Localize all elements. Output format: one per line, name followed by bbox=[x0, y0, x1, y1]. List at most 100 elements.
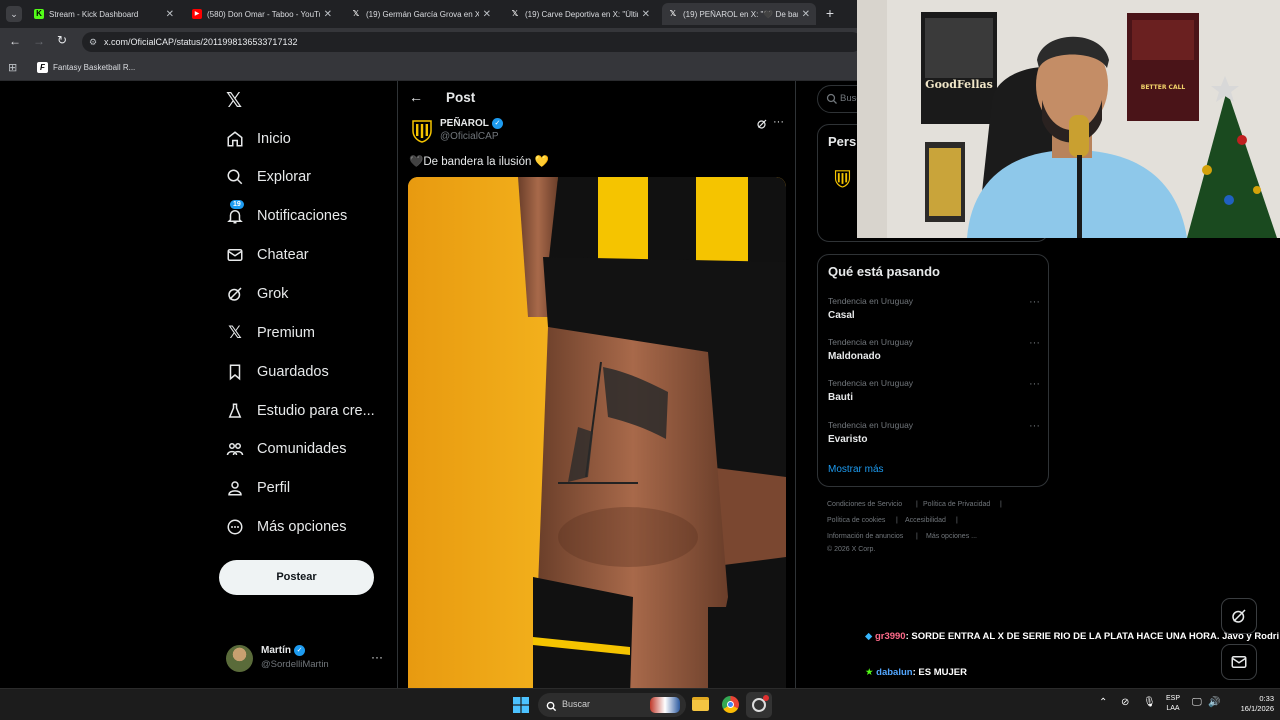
nav-item-notificaciones[interactable]: 19 Notificaciones bbox=[226, 200, 347, 231]
footer-link-accessibility[interactable]: Accesibilidad bbox=[905, 517, 946, 524]
youtube-icon: ▶ bbox=[192, 9, 202, 19]
chevron-up-icon[interactable]: ⌃ bbox=[1099, 697, 1107, 708]
clock-date: 16/1/2026 bbox=[1240, 704, 1274, 713]
network-off-icon[interactable]: ⊘ bbox=[1121, 697, 1129, 708]
x-icon: 𝕏 bbox=[352, 9, 360, 18]
taskbar: Buscar ⌃ ⊘ 🎙 ESP LAA 🖵 🔊 0:33 16/1/2026 bbox=[0, 688, 1280, 720]
footer-link-terms[interactable]: Condiciones de Servicio bbox=[827, 501, 902, 508]
back-icon[interactable]: ← bbox=[9, 34, 21, 48]
footer-link-cookies[interactable]: Política de cookies bbox=[827, 517, 885, 524]
more-circle-icon bbox=[226, 518, 244, 536]
search-icon bbox=[826, 92, 838, 110]
verified-badge-icon: ✓ bbox=[491, 118, 503, 129]
studio-icon bbox=[226, 402, 244, 420]
verified-badge-icon: ✓ bbox=[294, 645, 305, 656]
apps-grid-icon[interactable]: ⊞ bbox=[8, 61, 17, 74]
windows-start-icon[interactable] bbox=[513, 697, 529, 713]
nav-item-premium[interactable]: 𝕏 Premium bbox=[226, 318, 315, 348]
footer-link-more[interactable]: Más opciones ... bbox=[926, 533, 977, 540]
display-icon[interactable]: 🖵 bbox=[1192, 697, 1202, 708]
lang-top: ESP bbox=[1165, 695, 1180, 702]
back-arrow-icon[interactable]: ← bbox=[409, 89, 423, 105]
trend-item[interactable]: Tendencia en Uruguay Bauti ··· bbox=[828, 378, 1040, 403]
bookmark-fantasy[interactable]: F Fantasy Basketball R... bbox=[37, 62, 135, 73]
x-logo-icon[interactable]: 𝕏 bbox=[226, 88, 246, 112]
trend-item[interactable]: Tendencia en Uruguay Casal ··· bbox=[828, 296, 1040, 321]
author-avatar[interactable] bbox=[411, 119, 433, 143]
chat-message: ★ dabalun: ES MUJER bbox=[865, 664, 1280, 681]
file-explorer-icon[interactable] bbox=[692, 697, 709, 711]
penarol-crest-icon[interactable] bbox=[834, 169, 851, 193]
mic-icon[interactable]: 🎙 bbox=[1143, 697, 1156, 708]
grok-icon[interactable] bbox=[756, 117, 768, 129]
nav-item-explorar[interactable]: Explorar bbox=[226, 162, 311, 192]
search-highlight-icon bbox=[650, 697, 680, 713]
trend-item[interactable]: Tendencia en Uruguay Maldonado ··· bbox=[828, 337, 1040, 362]
taskbar-search[interactable]: Buscar bbox=[538, 693, 686, 717]
more-dots-icon[interactable]: ··· bbox=[1029, 378, 1040, 390]
reload-icon[interactable]: ↻ bbox=[57, 33, 67, 47]
language-indicator[interactable]: ESP LAA bbox=[1163, 694, 1183, 714]
obs-app-icon[interactable] bbox=[746, 692, 772, 718]
show-more-link[interactable]: Mostrar más bbox=[828, 464, 884, 475]
grok-icon bbox=[226, 285, 244, 303]
messages-floating-button[interactable] bbox=[1221, 644, 1257, 680]
close-icon[interactable]: ✕ bbox=[324, 9, 332, 20]
webcam-overlay: GoodFellas BETTER CALL bbox=[857, 0, 1280, 238]
account-handle: @SordelliMartin bbox=[261, 659, 329, 670]
nav-item-comunidades[interactable]: Comunidades bbox=[226, 434, 346, 464]
nav-item-guardados[interactable]: Guardados bbox=[226, 357, 329, 387]
close-icon[interactable]: ✕ bbox=[642, 9, 650, 20]
url-field[interactable]: ⚙ x.com/OficialCAP/status/20119981365337… bbox=[82, 32, 862, 52]
tab-x-carve[interactable]: 𝕏 (19) Carve Deportiva en X: "Último ✕ bbox=[504, 3, 656, 25]
nav-item-mas-opciones[interactable]: Más opciones bbox=[226, 512, 346, 542]
fantasy-icon: F bbox=[37, 62, 48, 73]
close-icon[interactable]: ✕ bbox=[802, 9, 810, 20]
lang-bottom: LAA bbox=[1166, 705, 1180, 712]
account-name: Martín bbox=[261, 645, 291, 656]
more-dots-icon[interactable]: ··· bbox=[1029, 296, 1040, 308]
footer-sep: | bbox=[956, 517, 958, 524]
footer-sep: | bbox=[916, 501, 918, 508]
new-tab-button[interactable]: + bbox=[822, 5, 838, 21]
nav-item-chatear[interactable]: Chatear bbox=[226, 240, 309, 270]
footer-link-ads[interactable]: Información de anuncios bbox=[827, 533, 903, 540]
more-dots-icon[interactable]: ··· bbox=[1029, 337, 1040, 349]
chrome-icon[interactable] bbox=[722, 696, 739, 713]
more-dots-icon[interactable]: ··· bbox=[371, 650, 383, 664]
nav-item-perfil[interactable]: Perfil bbox=[226, 473, 290, 503]
poster-better-call-title: BETTER CALL bbox=[1140, 84, 1186, 91]
tab-search-button[interactable]: ⌄ bbox=[6, 6, 22, 22]
tab-youtube[interactable]: ▶ (580) Don Omar - Taboo - YouTube ✕ bbox=[186, 3, 338, 25]
tab-x-penarol[interactable]: 𝕏 (19) PEÑAROL en X: "🖤 De bandera ✕ bbox=[662, 3, 816, 25]
clock[interactable]: 0:33 16/1/2026 bbox=[1222, 694, 1278, 714]
x-icon: 𝕏 bbox=[511, 9, 519, 18]
nav-item-inicio[interactable]: Inicio bbox=[226, 124, 291, 154]
footer-sep: | bbox=[1000, 501, 1002, 508]
tab-kick[interactable]: K Stream - Kick Dashboard ✕ bbox=[28, 3, 180, 25]
author-name-row[interactable]: PEÑAROL ✓ bbox=[440, 118, 503, 129]
volume-icon[interactable]: 🔊 bbox=[1208, 697, 1220, 708]
account-name-row: Martín ✓ bbox=[261, 645, 305, 656]
forward-icon[interactable]: → bbox=[33, 34, 45, 48]
site-info-icon[interactable]: ⚙ bbox=[89, 32, 97, 52]
tab-x-german[interactable]: 𝕏 (19) Germán García Grova en X ✕ bbox=[345, 3, 497, 25]
grok-icon bbox=[1232, 609, 1246, 623]
close-icon[interactable]: ✕ bbox=[166, 9, 174, 20]
post-more-icon[interactable]: ··· bbox=[773, 116, 784, 128]
clock-time: 0:33 bbox=[1259, 694, 1274, 703]
close-icon[interactable]: ✕ bbox=[483, 9, 491, 20]
trend-item[interactable]: Tendencia en Uruguay Evaristo ··· bbox=[828, 420, 1040, 445]
nav-item-grok[interactable]: Grok bbox=[226, 279, 288, 309]
post-image[interactable] bbox=[408, 177, 786, 688]
x-icon: 𝕏 bbox=[669, 9, 677, 18]
post-button[interactable]: Postear bbox=[219, 560, 374, 595]
nav-item-estudio[interactable]: Estudio para cre... bbox=[226, 396, 375, 426]
author-handle[interactable]: @OficialCAP bbox=[440, 131, 499, 142]
footer-link-privacy[interactable]: Política de Privacidad bbox=[923, 501, 990, 508]
badge-icon: ◆ bbox=[865, 631, 873, 642]
header-title: Post bbox=[446, 90, 476, 105]
account-switcher[interactable]: Martín ✓ @SordelliMartin ··· bbox=[226, 642, 386, 674]
more-dots-icon[interactable]: ··· bbox=[1029, 420, 1040, 432]
grok-floating-button[interactable] bbox=[1221, 598, 1257, 634]
